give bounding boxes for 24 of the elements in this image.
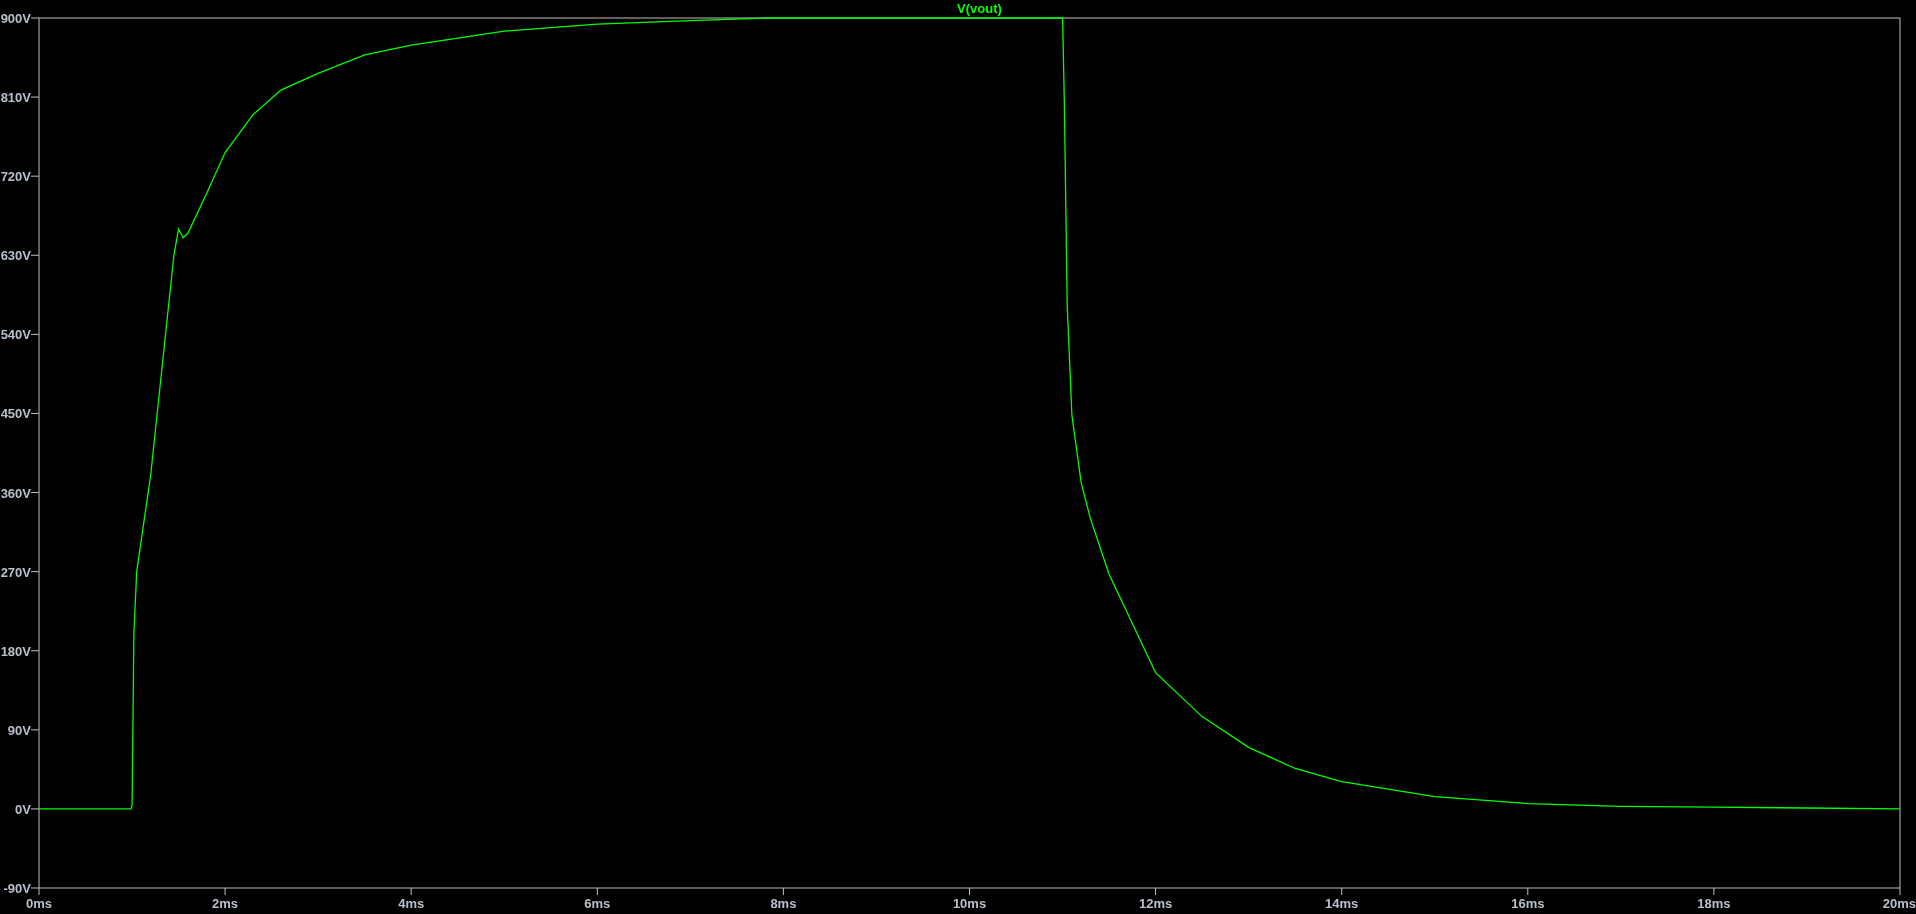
x-tick-label: 0ms <box>26 896 53 911</box>
y-tick-label: 0V <box>15 801 31 817</box>
x-tick-label: 4ms <box>398 896 425 911</box>
x-tick-label: 8ms <box>770 896 797 911</box>
trace-label[interactable]: V(vout) <box>957 1 1002 16</box>
x-tick-label: 18ms <box>1697 896 1731 911</box>
y-tick-label: 360V <box>0 485 31 501</box>
x-tick-label: 16ms <box>1511 896 1545 911</box>
y-tick-label: 90V <box>7 722 31 738</box>
y-tick-label: 810V <box>0 90 31 106</box>
y-tick-label: 180V <box>0 643 31 659</box>
y-tick-label: 540V <box>0 327 31 343</box>
x-tick-label: 20ms <box>1882 896 1916 911</box>
y-tick-label: 720V <box>0 169 31 185</box>
x-tick-label: 12ms <box>1138 896 1173 911</box>
y-tick-label: 270V <box>0 564 31 580</box>
x-tick-label: 2ms <box>212 896 239 911</box>
y-tick-label: 900V <box>0 11 31 26</box>
x-tick-label: 14ms <box>1325 896 1359 911</box>
x-tick-label: 10ms <box>952 896 987 911</box>
y-tick-label: 630V <box>0 248 31 264</box>
y-tick-label: -90V <box>3 881 31 896</box>
y-tick-label: 450V <box>0 406 31 422</box>
x-tick-label: 6ms <box>584 896 611 911</box>
